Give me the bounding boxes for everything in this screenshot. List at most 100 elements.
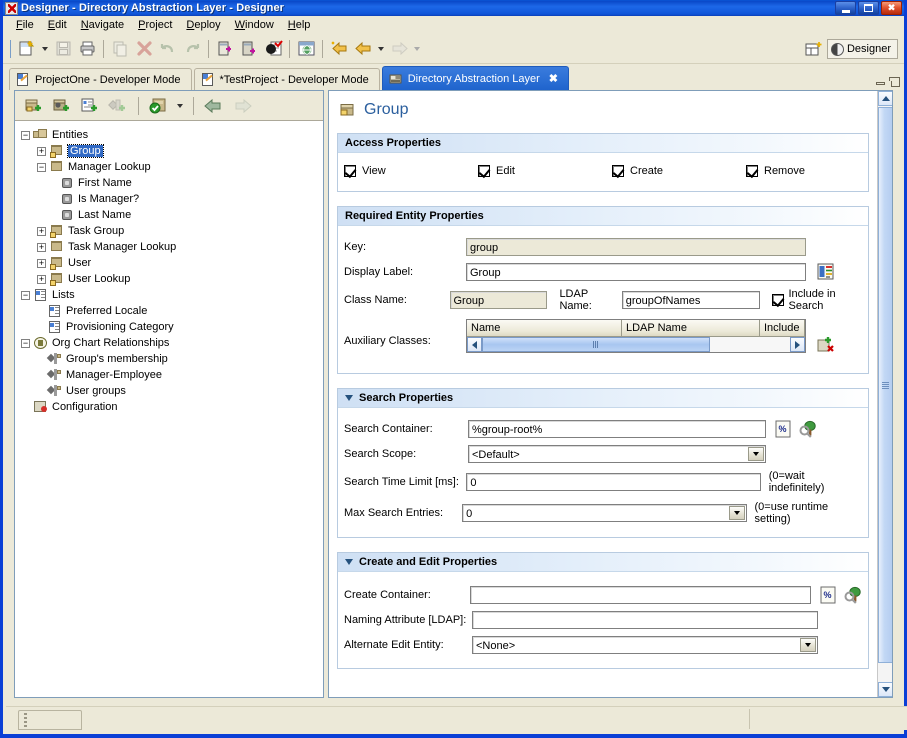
tab-testproject[interactable]: *TestProject - Developer Mode [194,68,380,90]
export-icon[interactable] [237,37,261,61]
chevron-down-icon[interactable] [345,395,353,401]
localize-icon[interactable] [817,263,835,281]
maximize-editor-icon[interactable] [891,79,900,87]
import-icon[interactable] [213,37,237,61]
validate-icon[interactable] [261,37,285,61]
search-properties-header[interactable]: Search Properties [338,389,868,408]
menu-window[interactable]: Window [228,17,281,33]
tab-directory-abstraction-layer[interactable]: Directory Abstraction Layer ✖ [382,66,569,90]
tree-node-first-name[interactable]: First Name [19,175,323,191]
display-label-field[interactable]: Group [466,263,806,281]
menu-edit[interactable]: Edit [41,17,74,33]
checkbox-view[interactable] [344,165,356,177]
search-time-limit-field[interactable]: 0 [466,473,760,491]
browse-tree-icon[interactable] [844,586,862,604]
preview-browser-icon[interactable] [294,37,318,61]
toggle-expand-icon[interactable]: + [37,147,46,156]
dal-tree[interactable]: − Entities + Group − Manager Lookup Firs… [15,121,323,697]
forward-dropdown-icon[interactable] [414,47,420,51]
toggle-expand-icon[interactable]: + [37,275,46,284]
checkbox-create[interactable] [612,165,624,177]
menu-navigate[interactable]: Navigate [74,17,131,33]
menu-deploy[interactable]: Deploy [179,17,227,33]
navigate-forward-icon[interactable] [229,94,255,118]
back-icon[interactable] [351,37,375,61]
save-icon[interactable] [51,37,75,61]
tree-node-org-chart-relationships[interactable]: − Org Chart Relationships [19,335,323,351]
search-container-field[interactable]: %group-root% [468,420,766,438]
column-header-include[interactable]: Include [760,320,805,337]
status-bar-grip[interactable] [18,710,82,730]
scroll-left-icon[interactable] [467,337,482,352]
toggle-collapse-icon[interactable]: − [21,291,30,300]
column-header-ldap-name[interactable]: LDAP Name [622,320,760,337]
tree-node-user[interactable]: + User [19,255,323,271]
open-perspective-icon[interactable] [805,40,823,58]
tree-node-group[interactable]: + Group [19,143,323,159]
undo-icon[interactable] [156,37,180,61]
toggle-collapse-icon[interactable]: − [37,163,46,172]
auxiliary-classes-table[interactable]: Name LDAP Name Include [466,319,806,353]
toggle-collapse-icon[interactable]: − [21,339,30,348]
new-dropdown-icon[interactable] [42,47,48,51]
add-entity-icon[interactable] [21,94,47,118]
editor-vscrollbar[interactable] [877,91,892,697]
hscroll-thumb[interactable] [482,337,710,352]
perspective-designer-button[interactable]: Designer [827,39,898,59]
tree-node-manager-lookup[interactable]: − Manager Lookup [19,159,323,175]
maximize-button[interactable] [858,1,879,15]
checkbox-include-in-search[interactable] [772,294,784,306]
new-icon[interactable] [15,37,39,61]
tree-node-provisioning-category[interactable]: Provisioning Category [19,319,323,335]
close-icon[interactable]: ✖ [549,72,558,85]
tree-node-manager-employee[interactable]: Manager-Employee [19,367,323,383]
add-relationship-icon[interactable] [105,94,131,118]
tab-projectone[interactable]: ProjectOne - Developer Mode [9,68,192,90]
tree-node-entities[interactable]: − Entities [19,127,323,143]
scroll-right-icon[interactable] [790,337,805,352]
scroll-up-icon[interactable] [878,91,893,106]
tree-node-configuration[interactable]: Configuration [19,399,323,415]
search-scope-combo[interactable]: <Default> [468,445,766,463]
validate-dropdown-icon[interactable] [177,104,183,108]
tree-node-user-groups[interactable]: User groups [19,383,323,399]
minimize-button[interactable] [835,1,856,15]
vscroll-thumb[interactable] [878,107,893,663]
validate-tree-icon[interactable] [146,94,172,118]
minimize-editor-icon[interactable] [876,82,885,85]
tree-node-last-name[interactable]: Last Name [19,207,323,223]
toggle-expand-icon[interactable]: + [37,243,46,252]
hscroll-track[interactable] [482,337,790,352]
tree-node-user-lookup[interactable]: + User Lookup [19,271,323,287]
create-container-field[interactable] [470,586,811,604]
percent-variable-icon[interactable]: % [774,420,792,438]
alternate-edit-entity-combo[interactable]: <None> [472,636,818,654]
add-list-icon[interactable] [77,94,103,118]
close-button[interactable]: ✖ [881,1,902,15]
redo-icon[interactable] [180,37,204,61]
column-header-name[interactable]: Name [467,320,622,337]
tree-node-groups-membership[interactable]: Group's membership [19,351,323,367]
chevron-down-icon[interactable] [345,559,353,565]
ldap-name-field[interactable]: groupOfNames [622,291,760,309]
tree-node-task-manager-lookup[interactable]: + Task Manager Lookup [19,239,323,255]
toggle-expand-icon[interactable]: + [37,227,46,236]
add-entity-from-ldap-icon[interactable] [49,94,75,118]
menu-file[interactable]: File [9,17,41,33]
auxiliary-classes-hscrollbar[interactable] [467,337,805,352]
percent-variable-icon[interactable]: % [819,586,837,604]
chevron-down-icon[interactable] [748,447,764,461]
navigate-back-icon[interactable] [201,94,227,118]
tree-node-preferred-locale[interactable]: Preferred Locale [19,303,323,319]
tree-node-is-manager[interactable]: Is Manager? [19,191,323,207]
checkbox-remove[interactable] [746,165,758,177]
scroll-down-icon[interactable] [878,682,893,697]
back-history-icon[interactable] [327,37,351,61]
toggle-expand-icon[interactable]: + [37,259,46,268]
toggle-collapse-icon[interactable]: − [21,131,30,140]
tree-node-task-group[interactable]: + Task Group [19,223,323,239]
forward-icon[interactable] [387,37,411,61]
max-search-entries-combo[interactable]: 0 [462,504,746,522]
delete-icon[interactable] [132,37,156,61]
menu-help[interactable]: Help [281,17,318,33]
